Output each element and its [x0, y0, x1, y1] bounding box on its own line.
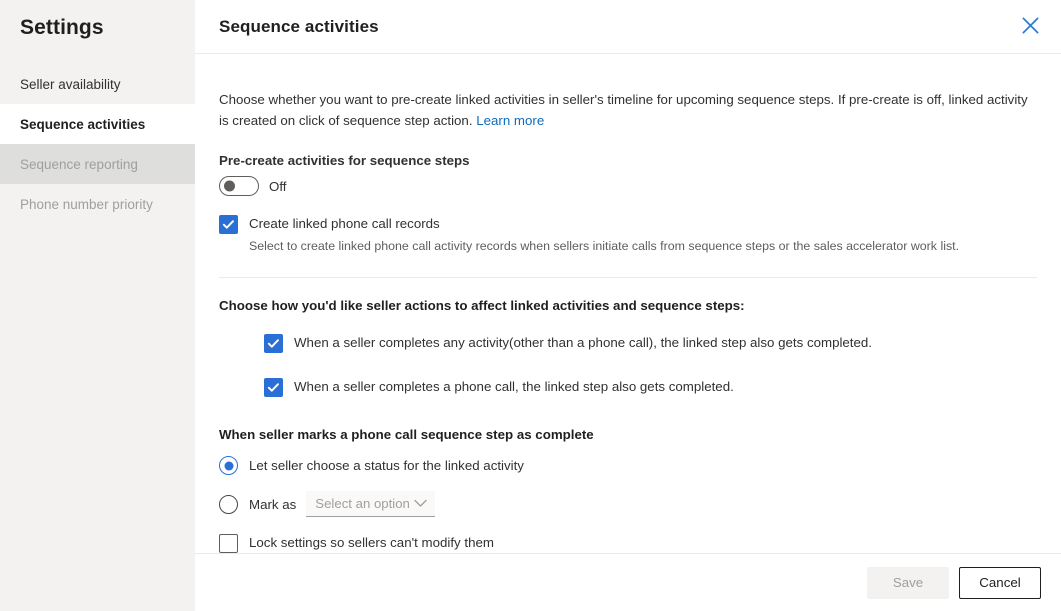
sidebar-item-label: Sequence activities [20, 117, 145, 132]
mark-complete-title: When seller marks a phone call sequence … [219, 427, 1037, 442]
settings-sidebar: Settings Seller availability Sequence ac… [0, 0, 195, 611]
seller-action-option-label: When a seller completes any activity(oth… [294, 333, 872, 353]
panel-body: Choose whether you want to pre-create li… [195, 54, 1061, 553]
intro-text: Choose whether you want to pre-create li… [219, 89, 1031, 131]
sidebar-item-label: Phone number priority [20, 197, 153, 212]
save-button[interactable]: Save [867, 567, 949, 599]
check-icon [267, 337, 280, 350]
lock-settings-checkbox[interactable] [219, 534, 238, 553]
check-icon [267, 381, 280, 394]
precreate-label: Pre-create activities for sequence steps [219, 153, 1037, 168]
linked-calls-row: Create linked phone call records [219, 214, 1037, 234]
mark-as-radio[interactable] [219, 495, 238, 514]
radio-row-let-seller-choose: Let seller choose a status for the linke… [219, 456, 1037, 475]
precreate-toggle-state: Off [269, 179, 287, 194]
seller-actions-title: Choose how you'd like seller actions to … [219, 298, 1037, 313]
seller-action-option-row: When a seller completes a phone call, th… [264, 377, 1037, 397]
section-divider [219, 277, 1037, 278]
seller-action-option-row: When a seller completes any activity(oth… [264, 333, 1037, 353]
page-title: Sequence activities [219, 17, 379, 37]
let-seller-choose-radio[interactable] [219, 456, 238, 475]
sidebar-item-sequence-reporting[interactable]: Sequence reporting [0, 144, 195, 184]
seller-action-option-label: When a seller completes a phone call, th… [294, 377, 734, 397]
panel-footer: Save Cancel [195, 553, 1061, 611]
settings-panel: Sequence activities Choose whether you w… [195, 0, 1061, 611]
sidebar-item-label: Seller availability [20, 77, 121, 92]
close-button[interactable] [1013, 8, 1047, 42]
toggle-knob [224, 181, 235, 192]
complete-phone-call-checkbox[interactable] [264, 378, 283, 397]
mark-as-status-value: Select an option [315, 496, 410, 511]
sidebar-title: Settings [0, 0, 195, 42]
cancel-button[interactable]: Cancel [959, 567, 1041, 599]
settings-dialog: Settings Seller availability Sequence ac… [0, 0, 1061, 611]
lock-settings-row: Lock settings so sellers can't modify th… [219, 533, 1037, 553]
sidebar-item-label: Sequence reporting [20, 157, 138, 172]
close-icon [1022, 17, 1039, 34]
panel-header: Sequence activities [195, 0, 1061, 54]
radio-row-mark-as: Mark as Select an option [219, 491, 1037, 517]
lock-settings-label: Lock settings so sellers can't modify th… [249, 533, 494, 553]
mark-as-label: Mark as [249, 497, 296, 512]
sidebar-item-sequence-activities[interactable]: Sequence activities [0, 104, 195, 144]
intro-paragraph: Choose whether you want to pre-create li… [219, 92, 1028, 128]
complete-any-activity-checkbox[interactable] [264, 334, 283, 353]
check-icon [222, 218, 235, 231]
precreate-toggle[interactable] [219, 176, 259, 196]
learn-more-link[interactable]: Learn more [476, 113, 544, 128]
mark-as-status-dropdown[interactable]: Select an option [306, 491, 435, 517]
precreate-toggle-row: Off [219, 176, 1037, 196]
let-seller-choose-label: Let seller choose a status for the linke… [249, 458, 524, 473]
sidebar-item-seller-availability[interactable]: Seller availability [0, 64, 195, 104]
create-linked-phone-call-records-checkbox[interactable] [219, 215, 238, 234]
linked-calls-help: Select to create linked phone call activ… [249, 237, 1037, 255]
sidebar-nav: Seller availability Sequence activities … [0, 64, 195, 224]
chevron-down-icon [414, 495, 427, 513]
sidebar-item-phone-number-priority[interactable]: Phone number priority [0, 184, 195, 224]
linked-calls-label: Create linked phone call records [249, 214, 440, 234]
